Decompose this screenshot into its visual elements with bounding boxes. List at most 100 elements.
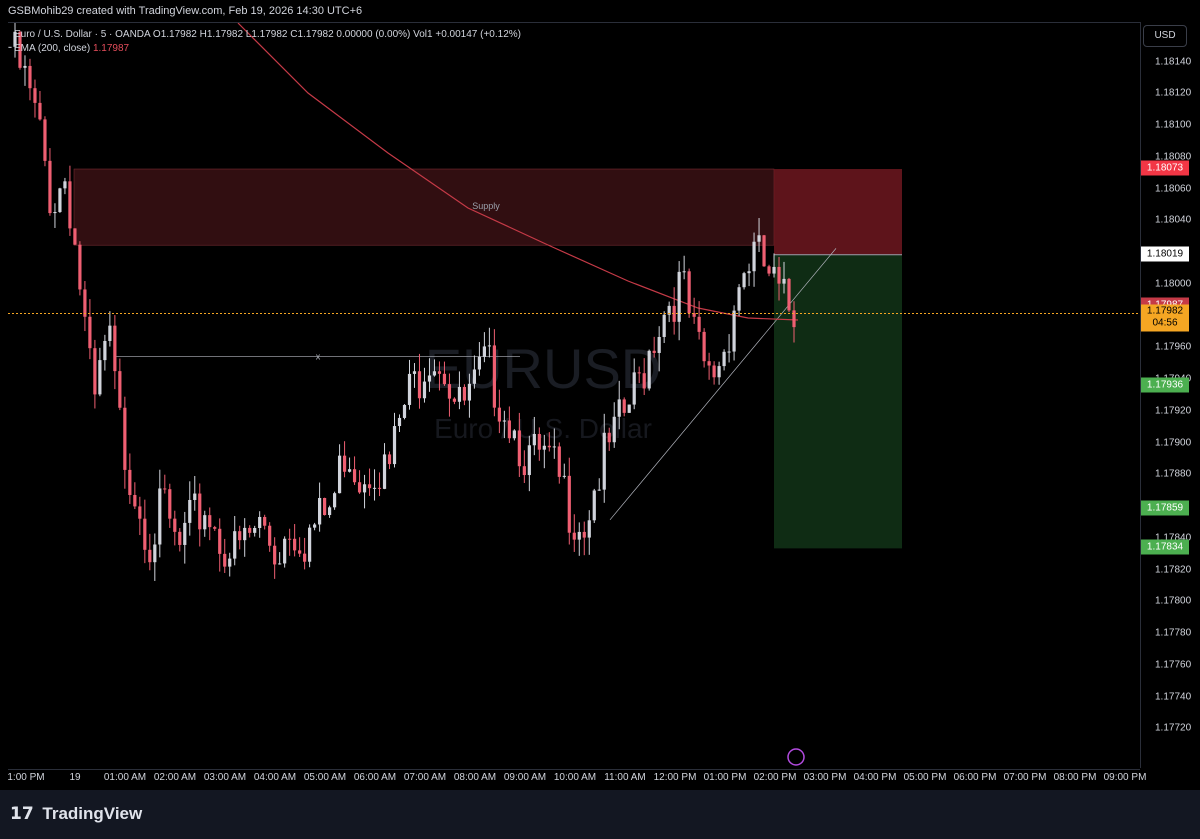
candle-body (118, 371, 122, 408)
candle-body (402, 404, 407, 418)
candle-body (218, 528, 222, 554)
time-tick-label: 10:00 AM (553, 772, 597, 783)
candle-body (153, 544, 157, 563)
price-tick-label: 1.17800 (1155, 595, 1192, 607)
candle-body (432, 371, 437, 376)
candle-body (647, 350, 651, 389)
candle-body (293, 538, 297, 551)
candle-body (367, 484, 372, 489)
candle-body (288, 538, 292, 540)
candle-body (522, 466, 526, 476)
candle-body (23, 65, 27, 68)
time-tick-label: 09:00 PM (1103, 772, 1147, 783)
time-tick-label: 08:00 AM (453, 772, 497, 783)
candle-body (707, 361, 711, 366)
candle-body (532, 433, 536, 446)
candle-body (777, 266, 781, 284)
candle-body (482, 346, 486, 357)
candle-body (278, 563, 282, 565)
ema-value: 1.17987 (92, 43, 130, 54)
candle-body (258, 516, 262, 529)
candle-body (78, 244, 82, 290)
candle-body (697, 316, 701, 332)
ema-legend-row[interactable]: EMA (200, close) 1.17987 (14, 42, 521, 56)
candle-body (757, 235, 761, 242)
candle-body (782, 278, 786, 284)
candle-body (243, 527, 247, 541)
time-tick-label: 03:00 AM (203, 772, 247, 783)
candle-body (332, 493, 337, 508)
candle-body (527, 445, 531, 476)
chart-canvas[interactable]: EURUSDEuro / U.S. DollarSupplyx (8, 23, 1140, 769)
time-tick-label: 07:00 PM (1003, 772, 1047, 783)
price-tick-label: 1.18140 (1155, 56, 1192, 68)
candle-body (542, 445, 546, 450)
candle-body (178, 531, 182, 545)
candle-body (133, 494, 137, 507)
time-tick-label: 11:00 AM (604, 772, 646, 783)
candle-body (492, 345, 496, 408)
candle-body (592, 490, 596, 521)
time-tick-label: 06:00 AM (353, 772, 397, 783)
candle-body (203, 515, 207, 530)
candle-body (562, 475, 566, 477)
candle-body (717, 366, 721, 378)
candle-body (188, 499, 192, 523)
candle-body (313, 524, 317, 528)
replay-lightning-icon (787, 748, 805, 766)
price-tick-label: 1.17920 (1155, 405, 1192, 417)
candle-body (337, 455, 342, 494)
price-tick-label: 1.17820 (1155, 564, 1192, 576)
time-tick-label: 05:00 AM (303, 772, 347, 783)
candle-body (772, 266, 776, 274)
candle-body (213, 527, 217, 529)
ema-label: EMA (200, close) (14, 43, 91, 54)
candle-body (138, 506, 142, 519)
brand-name: TradingView (42, 804, 143, 823)
candle-body (362, 484, 367, 493)
footer-bar: 𝟭𝟳 TradingView (0, 790, 1200, 839)
candle-body (83, 289, 87, 317)
price-tick-label: 1.17960 (1155, 341, 1192, 353)
time-axis[interactable]: 1:00 PM 19 01:00 AM 02:00 AM 03:00 AM 04:00 A… (0, 768, 1146, 788)
time-tick-label: 1:00 PM (7, 772, 45, 783)
candle-body (622, 399, 626, 413)
candle-body (283, 538, 287, 564)
price-badge: 1.18073 (1141, 160, 1189, 176)
candle-body (442, 373, 447, 385)
price-badge: 1.17859 (1141, 500, 1189, 516)
candle-body (587, 520, 591, 538)
take-profit-zone (774, 254, 902, 549)
time-tick-label: 19 (69, 772, 81, 783)
candle-body (173, 518, 177, 532)
stop-loss-zone (774, 169, 902, 255)
candle-body (677, 271, 681, 322)
time-tick-label: 04:00 PM (853, 772, 897, 783)
candle-body (63, 181, 67, 189)
tradingview-logo[interactable]: 𝟭𝟳 TradingView (10, 804, 142, 824)
candle-body (722, 351, 726, 367)
candle-body (637, 372, 641, 374)
top-bar: GSBMohib29 created with TradingView.com,… (0, 0, 1200, 20)
price-tick-label: 1.18100 (1155, 119, 1192, 131)
current-price-badge: 1.17982 04:56 (1141, 304, 1189, 332)
candle-body (537, 433, 541, 450)
price-tick-label: 1.18120 (1155, 87, 1192, 99)
candle-body (767, 266, 771, 274)
chart-plot-area[interactable]: EURUSD Euro / U.S. Dollar Supply x (8, 22, 1140, 770)
time-tick-label: 03:00 PM (803, 772, 847, 783)
supply-zone (73, 168, 775, 246)
candle-body (347, 469, 352, 472)
candle-body (28, 65, 32, 89)
candle-body (382, 454, 387, 489)
candle-body (457, 386, 462, 402)
candle-body (607, 432, 611, 443)
price-axis[interactable]: 1.18140 1.18120 1.18100 1.18080 1.18060 1.180… (1140, 22, 1193, 768)
candle-body (103, 340, 107, 361)
candle-body (657, 336, 661, 353)
candle-body (168, 489, 172, 519)
candle-body (68, 181, 72, 229)
candle-body (98, 360, 102, 395)
candle-body (58, 188, 62, 213)
price-tick-label: 1.17720 (1155, 722, 1192, 734)
